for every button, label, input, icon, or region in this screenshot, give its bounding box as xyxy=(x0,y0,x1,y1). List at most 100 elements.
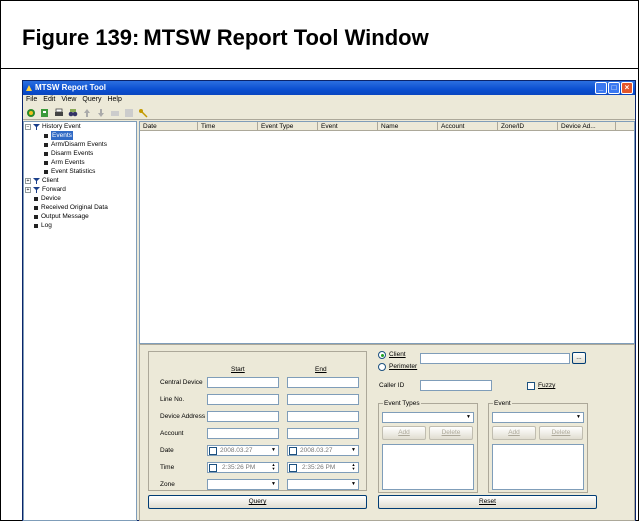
disk-icon[interactable] xyxy=(124,108,134,118)
collapse-icon[interactable]: − xyxy=(25,123,31,130)
account-end-input[interactable] xyxy=(287,428,359,439)
caller-id-input[interactable] xyxy=(420,380,492,391)
tree-item-output-message[interactable]: Output Message xyxy=(32,212,89,221)
column-event-type[interactable]: Event Type xyxy=(258,122,318,130)
tree-item-arm-disarm-events[interactable]: Arm/Disarm Events xyxy=(42,140,107,149)
leaf-icon xyxy=(34,196,38,201)
menu-file[interactable]: File xyxy=(26,96,37,106)
menu-bar: File Edit View Query Help xyxy=(23,95,635,106)
zone-end-select[interactable]: ▼ xyxy=(287,479,359,490)
event-types-list[interactable] xyxy=(382,444,474,490)
event-delete-button[interactable]: Delete xyxy=(539,426,583,440)
chevron-down-icon[interactable]: ▼ xyxy=(464,413,473,422)
time-end-checkbox[interactable] xyxy=(289,464,297,472)
time-label: Time xyxy=(160,464,175,471)
event-add-button[interactable]: Add xyxy=(492,426,536,440)
client-input[interactable] xyxy=(420,353,570,364)
binoculars-icon[interactable] xyxy=(68,108,78,118)
tree-item-client[interactable]: + Client xyxy=(25,176,59,185)
menu-view[interactable]: View xyxy=(61,96,76,106)
tree-item-received-original-data[interactable]: Received Original Data xyxy=(32,203,108,212)
date-start-checkbox[interactable] xyxy=(209,447,217,455)
event-group-title: Event xyxy=(493,400,512,407)
event-types-delete-button[interactable]: Delete xyxy=(429,426,473,440)
reset-button[interactable]: Reset xyxy=(378,495,597,509)
chevron-down-icon[interactable]: ▼ xyxy=(349,480,358,489)
events-list[interactable]: Date Time Event Type Event Name Account … xyxy=(139,121,635,344)
column-event[interactable]: Event xyxy=(318,122,378,130)
date-end-picker[interactable]: 2008.03.27 ▼ xyxy=(287,445,359,456)
column-zone-id[interactable]: Zone/ID xyxy=(498,122,558,130)
chevron-down-icon[interactable]: ▼ xyxy=(349,446,358,455)
tree-item-device[interactable]: Device xyxy=(32,194,61,203)
leaf-icon xyxy=(44,142,48,147)
tree-item-forward[interactable]: + Forward xyxy=(25,185,66,194)
zone-start-select[interactable]: ▼ xyxy=(207,479,279,490)
menu-edit[interactable]: Edit xyxy=(43,96,55,106)
title-bar[interactable]: MTSW Report Tool _ □ × xyxy=(23,81,635,95)
central-device-end-input[interactable] xyxy=(287,377,359,388)
zone-label: Zone xyxy=(160,481,175,488)
event-list[interactable] xyxy=(492,444,584,490)
figure-label: Figure 139: xyxy=(22,25,140,50)
device-address-start-input[interactable] xyxy=(207,411,279,422)
tree-item-history-event[interactable]: − History Event xyxy=(25,122,81,131)
date-end-value: 2008.03.27 xyxy=(300,447,333,454)
menu-query[interactable]: Query xyxy=(82,96,101,106)
tree-label: Arm Events xyxy=(51,159,85,166)
query-button[interactable]: Query xyxy=(148,495,367,509)
folder-icon[interactable] xyxy=(110,108,120,118)
event-types-select[interactable]: ▼ xyxy=(382,412,474,423)
central-device-start-input[interactable] xyxy=(207,377,279,388)
close-button[interactable]: × xyxy=(621,82,633,94)
tree-label: Received Original Data xyxy=(41,204,108,211)
connect-icon[interactable] xyxy=(26,108,36,118)
tree-label: Forward xyxy=(42,186,66,193)
app-icon xyxy=(26,85,32,91)
tree-item-event-statistics[interactable]: Event Statistics xyxy=(42,167,95,176)
column-account[interactable]: Account xyxy=(438,122,498,130)
event-select[interactable]: ▼ xyxy=(492,412,584,423)
line-no-end-input[interactable] xyxy=(287,394,359,405)
device-address-end-input[interactable] xyxy=(287,411,359,422)
browse-button[interactable]: ... xyxy=(572,352,586,364)
expand-icon[interactable]: + xyxy=(25,177,31,184)
tree-item-events[interactable]: Events xyxy=(42,131,73,140)
maximize-button[interactable]: □ xyxy=(608,82,620,94)
column-device-address[interactable]: Device Ad... xyxy=(558,122,616,130)
event-types-add-button[interactable]: Add xyxy=(382,426,426,440)
column-date[interactable]: Date xyxy=(140,122,198,130)
perimeter-radio[interactable] xyxy=(378,363,386,371)
chevron-down-icon[interactable]: ▼ xyxy=(269,446,278,455)
export-icon[interactable] xyxy=(40,108,50,118)
chevron-down-icon[interactable]: ▼ xyxy=(574,413,583,422)
time-start-checkbox[interactable] xyxy=(209,464,217,472)
arrow-up-icon[interactable] xyxy=(82,108,92,118)
key-icon[interactable] xyxy=(138,108,148,118)
line-no-start-input[interactable] xyxy=(207,394,279,405)
time-start-picker[interactable]: 2:35:26 PM ▲ ▼ xyxy=(207,462,279,473)
time-end-picker[interactable]: 2:35:26 PM ▲ ▼ xyxy=(287,462,359,473)
expand-icon[interactable]: + xyxy=(25,186,31,193)
minimize-button[interactable]: _ xyxy=(595,82,607,94)
column-name[interactable]: Name xyxy=(378,122,438,130)
tree-item-disarm-events[interactable]: Disarm Events xyxy=(42,149,93,158)
fuzzy-checkbox[interactable] xyxy=(527,382,535,390)
menu-help[interactable]: Help xyxy=(107,96,121,106)
leaf-icon xyxy=(34,205,38,210)
arrow-down-icon[interactable] xyxy=(96,108,106,118)
spinner-icon[interactable]: ▲ ▼ xyxy=(349,463,358,472)
column-time[interactable]: Time xyxy=(198,122,258,130)
leaf-icon xyxy=(44,133,48,138)
date-start-picker[interactable]: 2008.03.27 ▼ xyxy=(207,445,279,456)
account-start-input[interactable] xyxy=(207,428,279,439)
spinner-icon[interactable]: ▲ ▼ xyxy=(269,463,278,472)
date-end-checkbox[interactable] xyxy=(289,447,297,455)
print-icon[interactable] xyxy=(54,108,64,118)
client-radio[interactable] xyxy=(378,351,386,359)
chevron-down-icon[interactable]: ▼ xyxy=(269,480,278,489)
figure-caption: MTSW Report Tool Window xyxy=(143,25,429,50)
tree-item-arm-events[interactable]: Arm Events xyxy=(42,158,85,167)
tree-label: Event Statistics xyxy=(51,168,96,175)
tree-item-log[interactable]: Log xyxy=(32,221,52,230)
